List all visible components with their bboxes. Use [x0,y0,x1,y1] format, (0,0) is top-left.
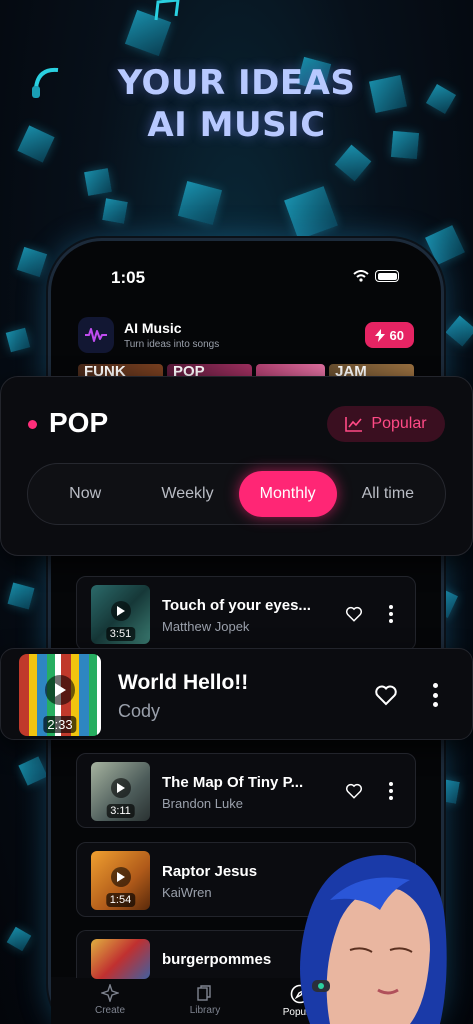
ai-avatar-illustration [300,855,447,1024]
nav-create[interactable]: Create [70,984,150,1018]
more-options-icon[interactable] [389,782,393,800]
nav-library[interactable]: Library [165,984,245,1018]
headline-line-2: AI MUSIC [147,105,326,145]
decor-cube [445,315,473,347]
period-now[interactable]: Now [34,471,136,517]
selected-genre-title: POP [49,407,109,438]
credits-button[interactable]: 60 [364,322,414,348]
song-title: The Map Of Tiny P... [162,774,304,791]
music-note-icon [154,0,180,21]
song-artist: Brandon Luke [162,796,243,811]
decor-cube [84,168,112,196]
song-artist: Cody [118,701,161,721]
headline: YOUR IDEAS AI MUSIC [0,62,473,146]
popular-button[interactable]: Popular [327,406,445,442]
status-icons [353,270,399,282]
song-title: burgerpommes [162,951,272,968]
song-thumbnail: 1:54 [91,851,150,910]
song-artist: Matthew Jopek [162,619,250,634]
lightning-icon [374,328,385,342]
play-icon[interactable] [45,675,75,705]
song-thumbnail [91,939,150,979]
song-card[interactable]: 3:11 The Map Of Tiny P... Brandon Luke [76,753,416,828]
nav-create-label: Create [94,1005,125,1016]
song-duration: 3:11 [106,804,135,818]
wifi-icon [353,270,369,282]
credits-count: 60 [389,327,404,343]
decor-cube [6,926,32,952]
heart-icon[interactable] [345,782,363,800]
play-icon[interactable] [110,600,131,621]
app-subtitle: Turn ideas into songs [124,339,220,350]
song-card-featured[interactable]: 2:33 World Hello!! Cody [0,648,473,740]
headline-line-1: YOUR IDEAS [117,63,356,103]
app-title: AI Music [124,320,182,336]
song-thumbnail: 3:51 [91,585,150,644]
song-artist: KaiWren [162,885,212,900]
trend-chart-icon [345,417,363,432]
song-duration: 1:54 [105,893,136,907]
sparkle-icon [101,984,119,1002]
popular-label: Popular [371,415,427,432]
song-duration: 3:51 [105,627,136,641]
period-weekly[interactable]: Weekly [136,471,238,517]
heart-icon[interactable] [345,605,363,623]
decor-cube [18,756,48,786]
filter-card: POP Popular Now Weekly Monthly All time [0,376,473,556]
heart-icon[interactable] [374,683,398,707]
play-icon[interactable] [110,777,131,798]
app-logo-icon [78,317,114,353]
decor-cube [5,327,31,353]
more-options-icon[interactable] [389,605,393,623]
library-icon [197,985,211,1001]
genre-indicator-dot [28,420,37,429]
nav-library-label: Library [189,1005,221,1016]
song-thumbnail: 2:33 [19,654,101,736]
decor-cube [7,582,35,610]
decor-cube [177,180,223,226]
app-header: AI Music Turn ideas into songs 60 [78,315,414,355]
decor-cube [102,198,128,224]
song-card[interactable]: 3:51 Touch of your eyes... Matthew Jopek [76,576,416,651]
battery-icon [375,270,399,282]
song-title: Raptor Jesus [162,863,258,880]
song-title: World Hello!! [118,671,249,694]
period-all-time[interactable]: All time [337,471,439,517]
more-options-icon[interactable] [433,683,438,707]
decor-cube [284,186,338,240]
song-duration: 2:33 [43,716,77,733]
play-icon[interactable] [110,866,131,887]
song-title: Touch of your eyes... [162,597,311,614]
status-time: 1:05 [111,268,146,287]
period-monthly[interactable]: Monthly [238,471,337,517]
decor-cube [334,144,372,182]
period-selector: Now Weekly Monthly All time [27,463,446,525]
song-thumbnail: 3:11 [91,762,150,821]
decor-cube [16,246,48,278]
